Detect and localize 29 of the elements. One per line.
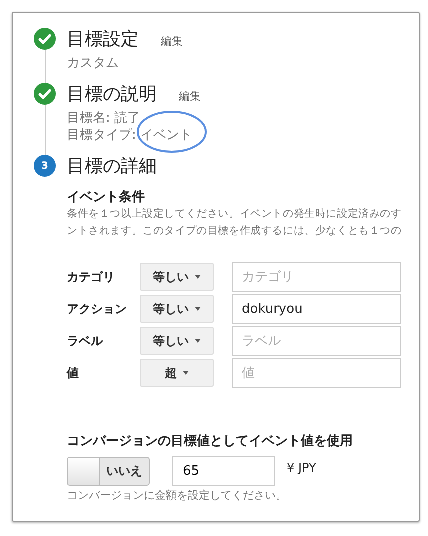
field-label: カテゴリ (67, 268, 116, 286)
input-field[interactable]: dokuryou (232, 294, 401, 324)
field-label: アクション (67, 300, 128, 318)
toggle-switch[interactable]: いいえ (67, 456, 150, 486)
field-label: ラベル (67, 332, 104, 350)
summary-text: 目標名: 読了 (67, 110, 142, 127)
step-number: 3 (34, 155, 56, 177)
step-title: 目標の説明 (67, 83, 157, 106)
step-title: 目標設定 (67, 28, 139, 51)
input-field[interactable]: 65 (172, 456, 275, 486)
step-title: 目標の詳細 (67, 155, 157, 178)
currency-label: ¥ JPY (287, 461, 316, 475)
operator-dropdown[interactable]: 等しい (140, 295, 214, 323)
edit-link[interactable]: 編集 (161, 34, 183, 48)
input-field[interactable]: カテゴリ (232, 262, 401, 292)
summary-text: 目標タイプ: イベント (67, 127, 194, 144)
description-text: ントされます。このタイプの目標を作成するには、少なくとも１つの (67, 224, 403, 239)
operator-dropdown[interactable]: 等しい (140, 263, 214, 291)
summary-text: カスタム (67, 55, 120, 72)
section-heading: イベント条件 (67, 189, 146, 206)
operator-dropdown[interactable]: 等しい (140, 327, 214, 355)
field-label: 値 (67, 364, 80, 382)
section-heading: コンバージョンの目標値としてイベント値を使用 (67, 433, 354, 450)
input-field[interactable]: ラベル (232, 326, 401, 356)
operator-dropdown[interactable]: 超 (140, 359, 214, 387)
edit-link[interactable]: 編集 (179, 88, 201, 104)
input-field[interactable]: 値 (232, 358, 401, 388)
description-text: 条件を１つ以上設定してください。イベントの発生時に設定済みのす (67, 207, 403, 222)
help-text: コンバージョンに金額を設定してください。 (67, 488, 288, 503)
